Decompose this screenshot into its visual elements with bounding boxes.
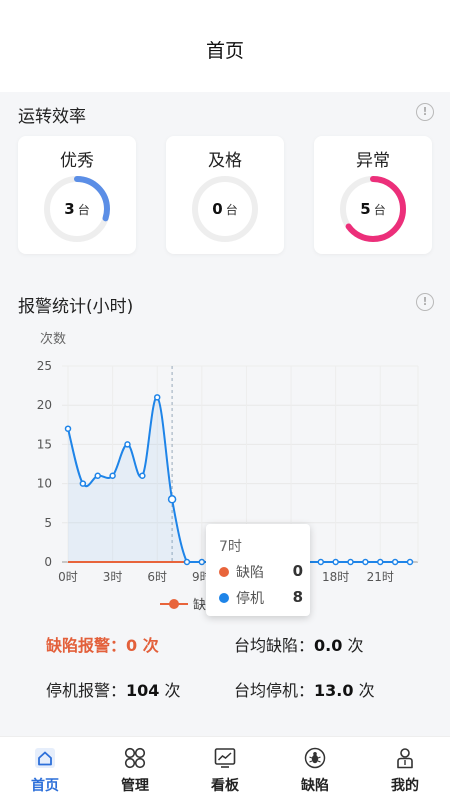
tab-label: 我的: [391, 778, 419, 794]
efficiency-card-pass[interactable]: 及格 0 台: [166, 136, 284, 254]
stop-alarm-stat: 停机报警：104 次: [46, 677, 181, 701]
tab-defect[interactable]: 缺陷: [270, 737, 360, 800]
stop-data-point: [153, 394, 161, 401]
chart-board-icon: [214, 748, 236, 768]
y-axis-label: 次数: [40, 331, 66, 347]
avg-stop-value: 13.0: [314, 681, 354, 700]
efficiency-card-excellent[interactable]: 优秀 3 台: [18, 136, 136, 254]
legend-defect-label: 缺: [193, 598, 206, 613]
stop-data-point: [124, 441, 131, 448]
efficiency-card-abnormal[interactable]: 异常 5 台: [314, 136, 432, 254]
tooltip-series-name: 停机: [236, 591, 264, 607]
person-icon: [397, 748, 413, 769]
alarm-info-icon[interactable]: !: [416, 293, 434, 311]
tab-mine[interactable]: 我的: [360, 737, 450, 800]
tooltip-title: 7时: [219, 539, 242, 555]
y-tick-label: 5: [44, 516, 52, 530]
home-icon: [35, 748, 55, 768]
stop-data-point: [391, 558, 399, 566]
defect-dot-icon: [219, 567, 229, 577]
tab-label: 首页: [31, 778, 59, 794]
stop-data-point: [198, 558, 206, 566]
tooltip-series-value: 0: [292, 562, 303, 580]
stop-data-point: [332, 558, 339, 566]
y-tick-label: 20: [37, 398, 52, 412]
tab-board[interactable]: 看板: [180, 737, 270, 800]
card-count: 0: [212, 200, 223, 218]
avg-stop-unit: 次: [358, 681, 375, 700]
stop-data-point: [167, 495, 177, 504]
stop-alarm-unit: 次: [164, 681, 181, 700]
stop-alarm-label: 停机报警：: [46, 681, 127, 700]
stop-data-point: [64, 425, 72, 432]
y-tick-label: 0: [44, 555, 52, 569]
x-tick-label: 21时: [367, 570, 394, 584]
tooltip-series-name: 缺陷: [236, 565, 264, 581]
stop-data-point: [362, 558, 369, 566]
card-count: 5: [360, 200, 371, 218]
legend-defect-marker: [169, 599, 179, 609]
bottom-tab-bar: 首页 管理 看板 缺陷 我的: [0, 736, 450, 800]
x-tick-label: 3时: [103, 570, 123, 584]
avg-stop-stat: 台均停机：13.0 次: [234, 677, 375, 701]
stop-data-point: [377, 558, 384, 566]
card-label: 异常: [356, 151, 390, 171]
card-unit: 台: [225, 202, 238, 217]
card-unit: 台: [77, 202, 90, 217]
stop-data-point: [183, 558, 191, 566]
alarm-section-title: 报警统计(小时): [18, 297, 134, 317]
stop-data-point: [94, 472, 101, 480]
stop-data-point: [347, 558, 354, 566]
bug-icon: [304, 747, 326, 769]
page-title: 首页: [205, 40, 244, 62]
y-tick-label: 25: [37, 359, 52, 373]
tab-manage[interactable]: 管理: [90, 737, 180, 800]
tooltip-row-defect: 缺陷 0: [219, 562, 303, 582]
x-tick-label: 6时: [147, 570, 167, 584]
stop-data-point: [109, 472, 116, 480]
avg-defect-stat: 台均缺陷：0.0 次: [234, 632, 363, 656]
avg-defect-label: 台均缺陷：: [234, 636, 315, 655]
tooltip-row-stop: 停机 8: [219, 588, 303, 608]
app-header: 首页: [0, 0, 450, 92]
tab-label: 缺陷: [301, 778, 329, 794]
stop-alarm-value: 104: [126, 681, 160, 700]
stop-data-point: [406, 558, 414, 566]
tab-label: 管理: [121, 778, 149, 794]
x-tick-label: 0时: [58, 570, 78, 584]
tab-home[interactable]: 首页: [0, 737, 90, 800]
card-label: 及格: [208, 151, 242, 171]
defect-alarm-stat: 缺陷报警：0 次: [46, 632, 159, 656]
avg-defect-unit: 次: [347, 636, 364, 655]
tooltip-series-value: 8: [292, 588, 303, 606]
y-tick-label: 10: [37, 477, 52, 491]
defect-alarm-unit: 次: [142, 636, 159, 655]
defect-alarm-label: 缺陷报警：: [46, 636, 127, 655]
x-tick-label: 18时: [322, 570, 349, 584]
grid-icon: [124, 747, 146, 769]
card-label: 优秀: [60, 151, 94, 171]
avg-defect-value: 0.0: [314, 636, 343, 655]
stop-data-point: [139, 472, 146, 480]
card-unit: 台: [373, 202, 386, 217]
stop-data-point: [317, 558, 325, 566]
efficiency-section-title: 运转效率: [18, 107, 86, 127]
card-count: 3: [64, 200, 75, 218]
efficiency-info-icon[interactable]: !: [416, 103, 434, 121]
tab-label: 看板: [211, 778, 239, 794]
stop-data-point: [79, 480, 87, 487]
stop-dot-icon: [219, 593, 229, 603]
defect-alarm-value: 0: [126, 636, 138, 655]
chart-tooltip: 7时 缺陷 0 停机 8: [206, 524, 310, 616]
avg-stop-label: 台均停机：: [234, 681, 315, 700]
y-tick-label: 15: [37, 437, 52, 451]
